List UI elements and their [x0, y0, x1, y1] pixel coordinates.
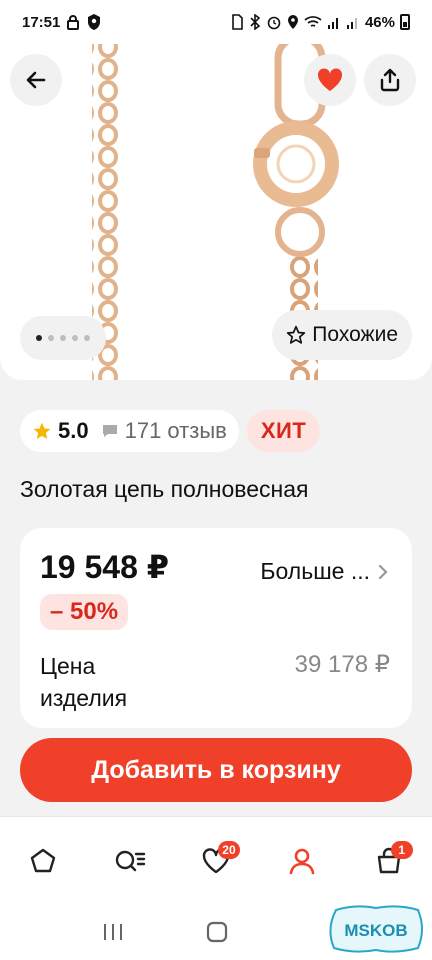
similar-button[interactable]: Похожие: [272, 310, 412, 360]
price-card: 19 548 ₽ Больше ... – 50% Цена изделия 3…: [20, 528, 412, 728]
watermark-text: MSKOB: [344, 921, 407, 940]
favorites-badge: 20: [217, 840, 240, 859]
carousel-dot: [60, 335, 66, 341]
signal-2-icon: [346, 18, 357, 29]
lock-icon: [67, 15, 80, 30]
rating-row: 5.0 171 отзыв ХИТ: [20, 410, 321, 452]
profile-icon: [290, 848, 315, 874]
search-catalog-icon: [115, 850, 145, 871]
back-button[interactable]: [10, 54, 62, 106]
add-to-cart-button[interactable]: Добавить в корзину: [20, 738, 412, 802]
carousel-indicator: [20, 316, 106, 360]
discount-badge: – 50%: [40, 594, 129, 630]
rating-pill[interactable]: 5.0 171 отзыв: [20, 410, 239, 452]
comment-icon: [102, 425, 117, 437]
carousel-dot: [72, 335, 78, 341]
share-button[interactable]: [364, 54, 416, 106]
heart-icon: [317, 68, 343, 91]
nav-profile[interactable]: [280, 839, 324, 883]
more-label: Больше ...: [260, 558, 370, 584]
similar-label: Похожие: [312, 323, 398, 346]
bluetooth-icon: [250, 14, 261, 30]
watermark-badge: MSKOB: [329, 905, 423, 953]
nav-catalog[interactable]: [108, 839, 152, 883]
battery-icon: [400, 14, 410, 30]
star-outline-icon: [287, 325, 306, 344]
battery-percent: 46%: [364, 13, 395, 31]
star-icon: [33, 422, 51, 439]
cart-badge: 1: [390, 840, 413, 859]
status-right-icons: 46%: [230, 14, 410, 31]
carousel-dot: [36, 335, 42, 341]
share-icon: [380, 68, 400, 92]
recent-apps-icon[interactable]: [101, 922, 125, 942]
hit-badge: ХИТ: [246, 410, 321, 452]
favorite-button[interactable]: [304, 54, 356, 106]
item-price-value: 39 178 ₽: [294, 651, 390, 678]
location-icon: [287, 15, 298, 29]
nav-cart[interactable]: 1: [367, 839, 413, 883]
chevron-right-icon: [378, 564, 388, 579]
watermark-logo: MSKOB: [326, 904, 426, 954]
wifi-icon: [304, 16, 322, 27]
product-title: Золотая цепь полновесная: [20, 476, 309, 502]
alarm-icon: [267, 16, 281, 30]
status-bar: 17:51 46%: [0, 0, 432, 44]
home-button-icon[interactable]: [206, 921, 228, 943]
bottom-nav: 20 1: [0, 816, 432, 904]
arrow-left-icon: [26, 71, 46, 89]
price: 19 548 ₽: [40, 549, 170, 585]
status-time: 17:51: [22, 13, 61, 31]
nav-favorites[interactable]: 20: [194, 839, 240, 883]
nav-home[interactable]: [21, 839, 65, 883]
carousel-dot: [84, 335, 90, 341]
carousel-dot: [48, 335, 54, 341]
more-button[interactable]: Больше ...: [260, 558, 388, 585]
shield-icon: [88, 14, 101, 30]
sim-icon: [232, 14, 243, 30]
signal-icon: [327, 18, 338, 29]
item-price-label: Цена изделия: [40, 653, 128, 711]
status-left-icons: [66, 13, 102, 31]
rating-score: 5.0: [58, 418, 89, 443]
home-icon: [30, 848, 56, 872]
reviews-count: 171 отзыв: [124, 418, 227, 443]
